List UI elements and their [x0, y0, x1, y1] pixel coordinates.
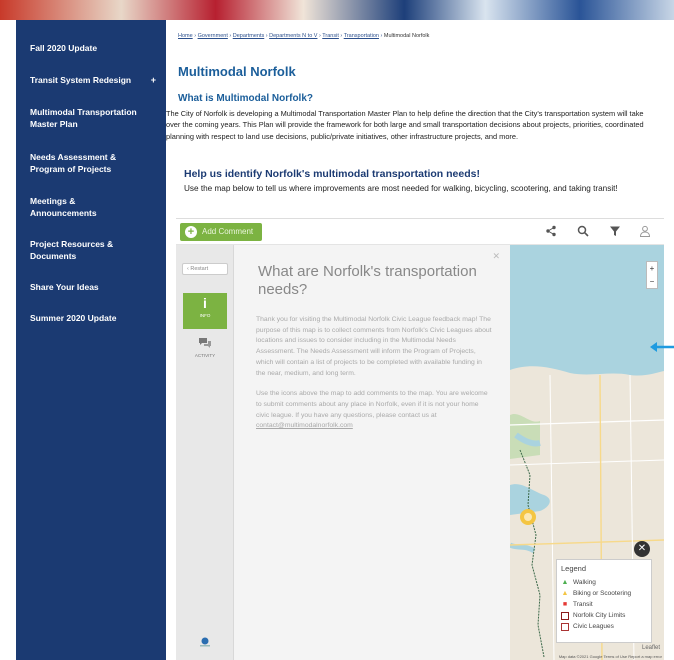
- breadcrumb: Home › Government › Departments › Depart…: [178, 33, 429, 39]
- section-heading: What is Multimodal Norfolk?: [178, 93, 313, 104]
- panel-body: Thank you for visiting the Multimodal No…: [256, 315, 492, 442]
- expand-icon[interactable]: +: [151, 74, 156, 86]
- sidebar-item-project-resources[interactable]: Project Resources & Documents: [16, 238, 146, 262]
- page-title: Multimodal Norfolk: [178, 64, 296, 79]
- breadcrumb-separator: ›: [340, 33, 343, 39]
- zoom-in-button[interactable]: +: [647, 262, 657, 275]
- legend-title: Legend: [561, 564, 587, 573]
- bike-icon: ▲: [561, 589, 569, 597]
- header-banner: [0, 0, 674, 20]
- tab-info[interactable]: i INFO: [183, 293, 227, 329]
- filter-icon[interactable]: [608, 225, 622, 239]
- panel-paragraph: Thank you for visiting the Multimodal No…: [256, 316, 492, 377]
- search-icon[interactable]: [576, 225, 590, 239]
- panel-heading: What are Norfolk's transportation needs?: [258, 263, 477, 298]
- info-panel: ✕ What are Norfolk's transportation need…: [234, 245, 510, 660]
- cta-body: Use the map below to tell us where impro…: [184, 184, 618, 193]
- legend-item: ■ Transit: [561, 599, 647, 610]
- sidebar-item-master-plan[interactable]: Multimodal Transportation Master Plan: [16, 106, 156, 130]
- breadcrumb-link-departments-n-to-v[interactable]: Departments N to V: [269, 33, 317, 39]
- legend-item: Civic Leagues: [561, 621, 647, 632]
- sidebar-item-label: Project Resources & Documents: [30, 239, 114, 261]
- walking-icon: ▲: [561, 578, 569, 586]
- legend-item: ▲ Walking: [561, 577, 647, 588]
- chat-icon: [183, 337, 227, 353]
- sidebar-item-label: Fall 2020 Update: [30, 43, 98, 53]
- breadcrumb-link-transit[interactable]: Transit: [322, 33, 339, 39]
- info-icon: i: [203, 295, 207, 311]
- breadcrumb-separator: ›: [265, 33, 268, 39]
- breadcrumb-link-departments[interactable]: Departments: [233, 33, 265, 39]
- restart-label: Restart: [190, 266, 209, 272]
- sidebar-nav: Fall 2020 Update Transit System Redesign…: [16, 20, 166, 660]
- sidebar-item-label: Meetings & Announcements: [30, 196, 97, 218]
- legend-item-label: Norfolk City Limits: [573, 612, 626, 619]
- breadcrumb-current: Multimodal Norfolk: [383, 33, 430, 39]
- boundary-swatch: [561, 622, 569, 631]
- map-toolbar: + Add Comment: [176, 219, 664, 245]
- sidebar-item-transit-system-redesign[interactable]: Transit System Redesign +: [16, 74, 166, 86]
- sidebar-item-label: Transit System Redesign: [30, 75, 132, 85]
- breadcrumb-separator: ›: [380, 33, 383, 39]
- breadcrumb-link-government[interactable]: Government: [198, 33, 228, 39]
- feedback-map-app: + Add Comment ‹ Restart i INFO ACTIVITY …: [176, 218, 664, 660]
- cta-heading: Help us identify Norfolk's multimodal tr…: [184, 168, 480, 180]
- breadcrumb-separator: ›: [194, 33, 197, 39]
- add-comment-label: Add Comment: [202, 227, 254, 236]
- panel-paragraph-text: Use the icons above the map to add comme…: [256, 390, 488, 419]
- legend-item-label: Transit: [573, 601, 593, 608]
- sidebar-item-label: Share Your Ideas: [30, 282, 99, 292]
- close-icon[interactable]: ✕: [492, 251, 500, 262]
- breadcrumb-separator: ›: [229, 33, 232, 39]
- map-legend: Legend ▲ Walking ▲ Biking or Scootering ■ T…: [556, 559, 652, 643]
- zoom-out-button[interactable]: −: [647, 275, 657, 288]
- tab-activity-label: ACTIVITY: [194, 353, 216, 358]
- boundary-swatch: [561, 611, 569, 620]
- share-icon[interactable]: [544, 225, 558, 239]
- bus-icon: ■: [562, 600, 568, 608]
- breadcrumb-separator: ›: [318, 33, 321, 39]
- user-icon[interactable]: [638, 225, 652, 239]
- sidebar-item-label: Needs Assessment & Program of Projects: [30, 152, 117, 174]
- restart-button[interactable]: ‹ Restart: [182, 263, 228, 275]
- tab-activity[interactable]: ACTIVITY: [183, 337, 227, 367]
- sidebar-item-fall-2020-update[interactable]: Fall 2020 Update: [16, 42, 166, 54]
- map-attribution: Map data ©2021 Google Terms of Use Repor…: [558, 654, 662, 659]
- legend-item-label: Civic Leagues: [573, 623, 614, 630]
- sidebar-item-label: Multimodal Transportation Master Plan: [30, 107, 137, 129]
- legend-item: Norfolk City Limits: [561, 610, 647, 621]
- arrow-left-icon: [650, 342, 674, 352]
- legend-item: ▲ Biking or Scootering: [561, 588, 647, 599]
- leaflet-attribution[interactable]: Leaflet: [642, 645, 660, 651]
- sidebar-item-label: Summer 2020 Update: [30, 313, 117, 323]
- contact-email-link[interactable]: contact@multimodalnorfolk.com: [256, 422, 353, 429]
- main-content: Home › Government › Departments › Depart…: [166, 20, 664, 660]
- sidebar-item-share-your-ideas[interactable]: Share Your Ideas: [16, 281, 166, 293]
- add-comment-button[interactable]: + Add Comment: [180, 223, 262, 241]
- map-side-rail: ‹ Restart i INFO ACTIVITY: [176, 245, 234, 660]
- sidebar-item-meetings[interactable]: Meetings & Announcements: [16, 195, 136, 219]
- plus-icon: +: [185, 226, 197, 238]
- sidebar-item-summer-2020-update[interactable]: Summer 2020 Update: [16, 312, 166, 324]
- legend-item-label: Biking or Scootering: [573, 590, 632, 597]
- breadcrumb-link-home[interactable]: Home: [178, 33, 193, 39]
- tab-info-label: INFO: [199, 313, 211, 318]
- intro-paragraph: The City of Norfolk is developing a Mult…: [166, 109, 644, 141]
- sidebar-item-needs-assessment[interactable]: Needs Assessment & Program of Projects: [16, 151, 146, 175]
- breadcrumb-link-transportation[interactable]: Transportation: [344, 33, 379, 39]
- legend-item-label: Walking: [573, 579, 596, 586]
- legend-close-icon[interactable]: ✕: [634, 541, 650, 557]
- map-canvas[interactable]: + − Legend ▲ Walking ▲ Biking or Scooterin…: [510, 245, 664, 660]
- zoom-control: + −: [646, 261, 658, 289]
- panel-paragraph: Use the icons above the map to add comme…: [256, 389, 492, 432]
- app-logo-icon: [194, 637, 216, 651]
